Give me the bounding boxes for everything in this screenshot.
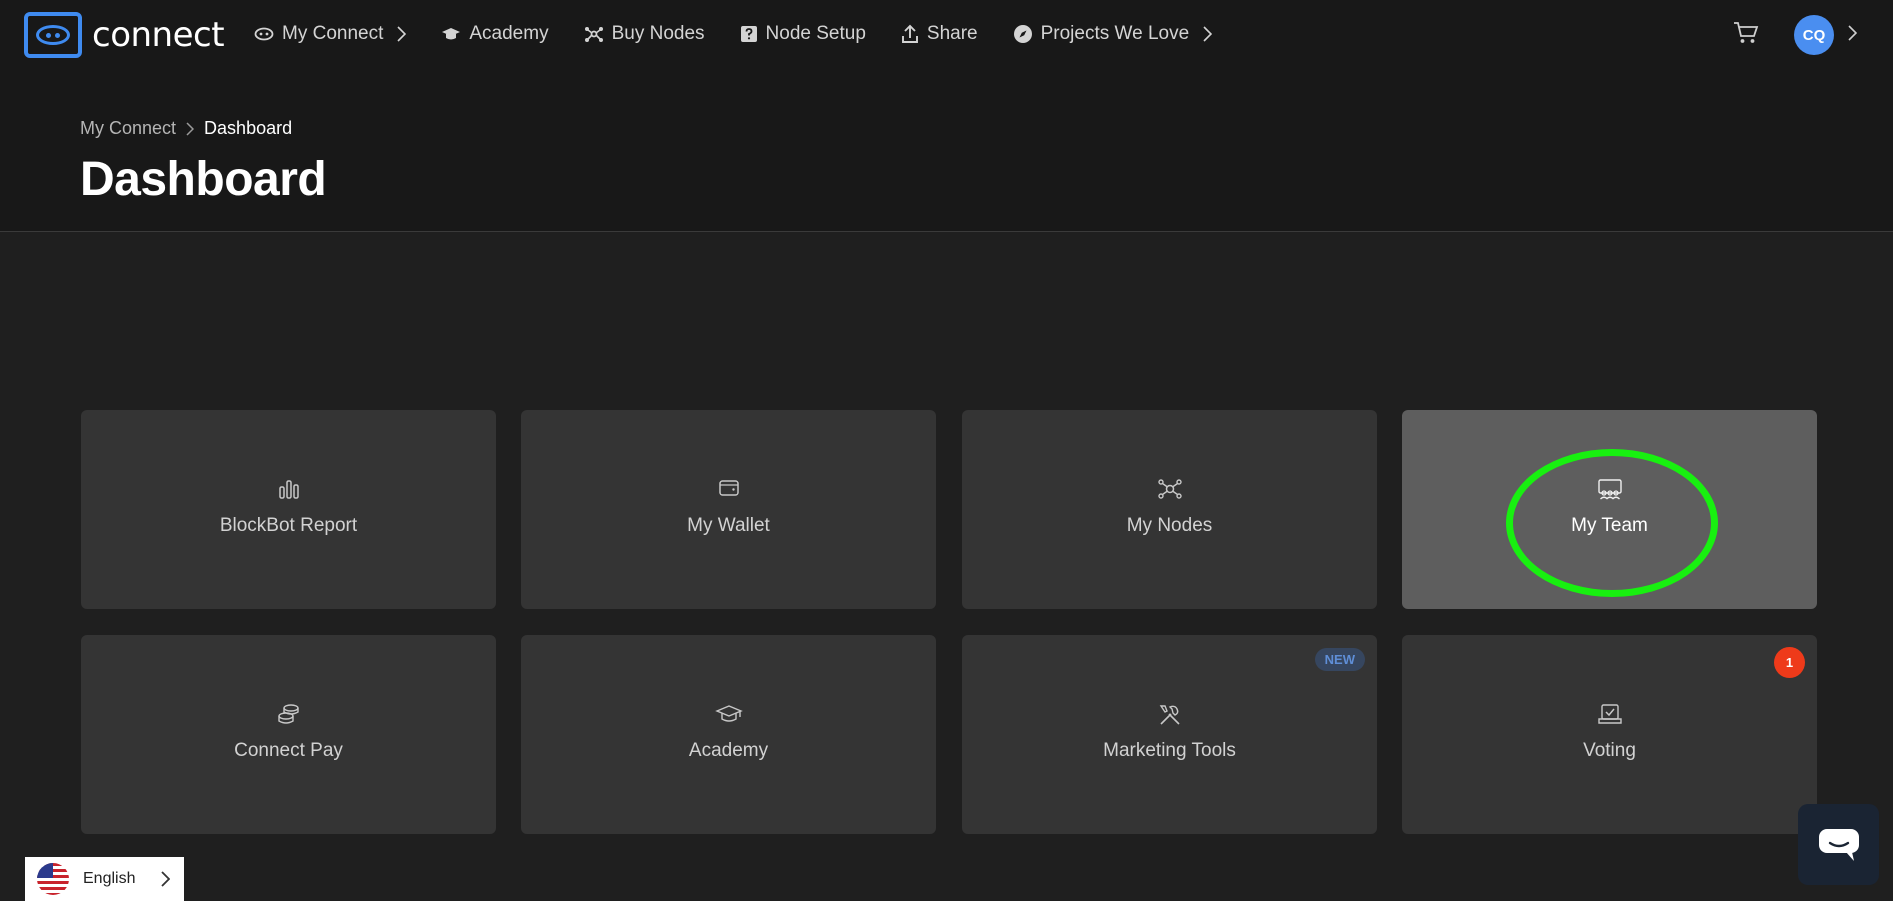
nodes-icon: [584, 27, 603, 42]
cart-button[interactable]: [1733, 20, 1759, 51]
nav-academy[interactable]: Academy: [441, 23, 549, 45]
tile-label: Connect Pay: [234, 740, 343, 761]
avatar[interactable]: CQ: [1794, 15, 1834, 55]
ballot-icon: [1597, 704, 1622, 724]
tile-label: Voting: [1583, 740, 1636, 761]
notification-count-badge: 1: [1774, 647, 1805, 678]
tile-blockbot-report[interactable]: BlockBot Report: [81, 410, 496, 609]
nav-share[interactable]: Share: [901, 23, 978, 45]
tile-academy[interactable]: Academy: [521, 635, 936, 834]
language-selector[interactable]: English: [25, 857, 184, 901]
compass-icon: [1013, 25, 1032, 43]
tile-label: Academy: [688, 740, 769, 761]
wallet-icon: [718, 480, 739, 496]
upload-icon: [901, 24, 918, 43]
logo-text: connect: [92, 15, 225, 55]
nav-label: Share: [926, 23, 978, 44]
tile-label: My Wallet: [687, 515, 770, 536]
cart-icon: [1734, 22, 1759, 43]
connect-eye-logo-icon: [24, 12, 82, 58]
chevron-right-icon: [397, 26, 407, 42]
tile-my-wallet[interactable]: My Wallet: [521, 410, 936, 609]
graduation-cap-icon: [442, 28, 461, 40]
chat-bubble-icon: [1818, 828, 1859, 861]
tools-icon: [1159, 705, 1180, 725]
language-label: English: [83, 870, 136, 887]
nav-buy-nodes[interactable]: Buy Nodes: [584, 23, 705, 45]
team-icon: [1597, 479, 1622, 500]
nav-node-setup[interactable]: Node Setup: [740, 23, 866, 45]
nav-my-connect[interactable]: My Connect: [254, 23, 407, 45]
eye-icon: [254, 27, 274, 41]
new-badge: NEW: [1314, 648, 1365, 671]
tile-label: Marketing Tools: [1103, 740, 1236, 761]
coins-icon: [277, 704, 299, 724]
bar-chart-icon: [278, 480, 299, 499]
chevron-right-icon[interactable]: [1848, 25, 1857, 41]
tile-voting[interactable]: 1 Voting: [1402, 635, 1817, 834]
chat-button[interactable]: [1798, 804, 1879, 885]
top-navigation-bar: connect My Connect Academy Buy Nodes Nod…: [0, 0, 1893, 68]
breadcrumb-current: Dashboard: [204, 118, 293, 138]
tile-label: My Team: [1571, 515, 1648, 536]
breadcrumb-my-connect[interactable]: My Connect: [80, 118, 176, 139]
tile-my-nodes[interactable]: My Nodes: [962, 410, 1377, 609]
nav-projects-we-love[interactable]: Projects We Love: [1013, 23, 1213, 45]
chevron-right-icon: [1203, 26, 1213, 42]
nodes-icon: [1157, 479, 1182, 499]
us-flag-icon: [37, 863, 69, 895]
breadcrumb: My Connect Dashboard: [80, 118, 292, 139]
nav-label: Node Setup: [765, 23, 866, 44]
nav-label: Projects We Love: [1040, 23, 1190, 44]
tile-label: BlockBot Report: [219, 515, 358, 536]
tile-label: My Nodes: [1126, 515, 1213, 536]
nav-label: My Connect: [282, 23, 384, 44]
page-header: My Connect Dashboard Dashboard: [0, 68, 1893, 232]
tile-marketing-tools[interactable]: NEW Marketing Tools: [962, 635, 1377, 834]
tile-my-team[interactable]: My Team: [1402, 410, 1817, 609]
graduation-cap-icon: [714, 705, 743, 722]
question-box-icon: [740, 26, 757, 42]
main-nav: My Connect Academy Buy Nodes Node Setup …: [254, 0, 1247, 68]
connect-logo[interactable]: connect: [24, 12, 225, 58]
chevron-right-icon: [161, 871, 170, 887]
nav-label: Academy: [469, 23, 549, 44]
nav-label: Buy Nodes: [611, 23, 705, 44]
chevron-right-icon: [186, 121, 195, 136]
tile-connect-pay[interactable]: Connect Pay: [81, 635, 496, 834]
page-title: Dashboard: [80, 153, 327, 206]
